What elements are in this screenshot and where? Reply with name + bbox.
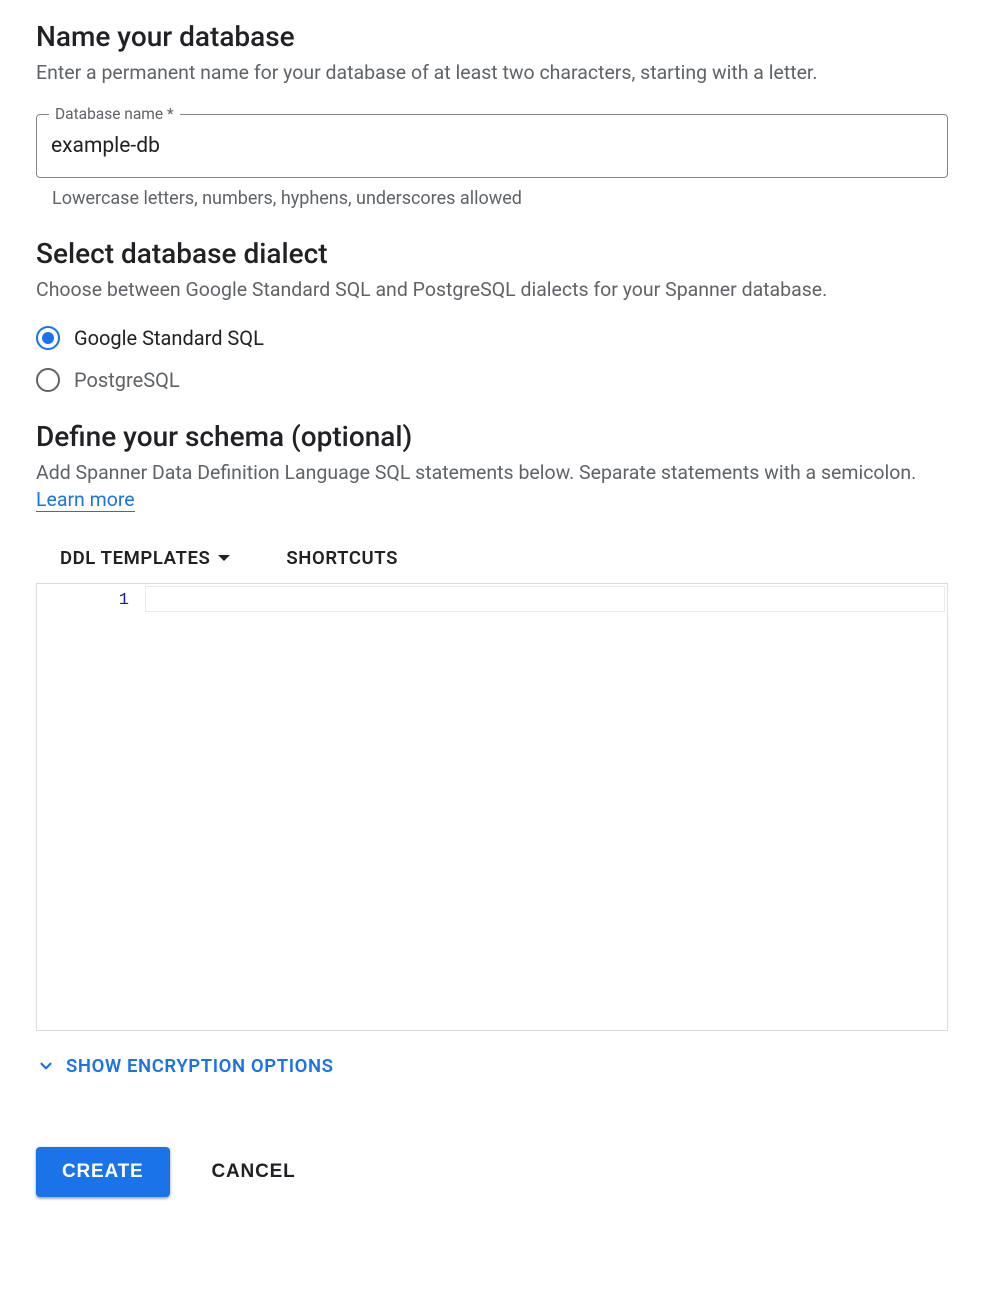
database-name-label: Database name * — [49, 105, 180, 123]
learn-more-link[interactable]: Learn more — [36, 488, 135, 512]
name-section-title: Name your database — [36, 20, 948, 53]
show-encryption-options-toggle[interactable]: SHOW ENCRYPTION OPTIONS — [36, 1055, 948, 1077]
line-number: 1 — [37, 590, 129, 612]
editor-toolbar: DDL TEMPLATES SHORTCUTS — [36, 547, 948, 569]
ddl-templates-dropdown[interactable]: DDL TEMPLATES — [60, 547, 230, 569]
chevron-down-icon — [36, 1056, 56, 1076]
ddl-code-editor[interactable]: 1 — [36, 583, 948, 1031]
radio-label: PostgreSQL — [74, 368, 180, 392]
schema-section-desc: Add Spanner Data Definition Language SQL… — [36, 459, 948, 514]
schema-section-title: Define your schema (optional) — [36, 420, 948, 453]
radio-google-standard-sql[interactable]: Google Standard SQL — [36, 326, 948, 350]
radio-checked-icon — [36, 326, 60, 350]
shortcuts-label: SHORTCUTS — [286, 547, 398, 569]
editor-body[interactable] — [145, 584, 947, 1030]
database-name-helper: Lowercase letters, numbers, hyphens, und… — [52, 188, 948, 209]
form-actions: CREATE CANCEL — [36, 1147, 948, 1197]
shortcuts-button[interactable]: SHORTCUTS — [286, 547, 398, 569]
dialect-radio-group: Google Standard SQL PostgreSQL — [36, 326, 948, 392]
radio-postgresql[interactable]: PostgreSQL — [36, 368, 948, 392]
database-name-input[interactable] — [51, 134, 933, 158]
database-name-field[interactable]: Database name * — [36, 114, 948, 178]
ddl-templates-label: DDL TEMPLATES — [60, 547, 210, 569]
dialect-section-desc: Choose between Google Standard SQL and P… — [36, 276, 948, 303]
schema-desc-text: Add Spanner Data Definition Language SQL… — [36, 461, 916, 484]
schema-section: Define your schema (optional) Add Spanne… — [36, 420, 948, 1198]
name-database-section: Name your database Enter a permanent nam… — [36, 20, 948, 209]
dialect-section: Select database dialect Choose between G… — [36, 237, 948, 391]
editor-scrollbar[interactable] — [927, 584, 947, 1030]
encryption-toggle-label: SHOW ENCRYPTION OPTIONS — [66, 1055, 334, 1077]
database-name-field-wrap: Database name * Lowercase letters, numbe… — [36, 114, 948, 209]
create-button[interactable]: CREATE — [36, 1147, 170, 1197]
editor-gutter: 1 — [37, 584, 145, 1030]
name-section-desc: Enter a permanent name for your database… — [36, 59, 948, 86]
dialect-section-title: Select database dialect — [36, 237, 948, 270]
cancel-button[interactable]: CANCEL — [212, 1161, 296, 1183]
active-line-highlight — [145, 586, 945, 612]
radio-unchecked-icon — [36, 368, 60, 392]
radio-label: Google Standard SQL — [74, 326, 264, 350]
caret-down-icon — [218, 555, 230, 561]
